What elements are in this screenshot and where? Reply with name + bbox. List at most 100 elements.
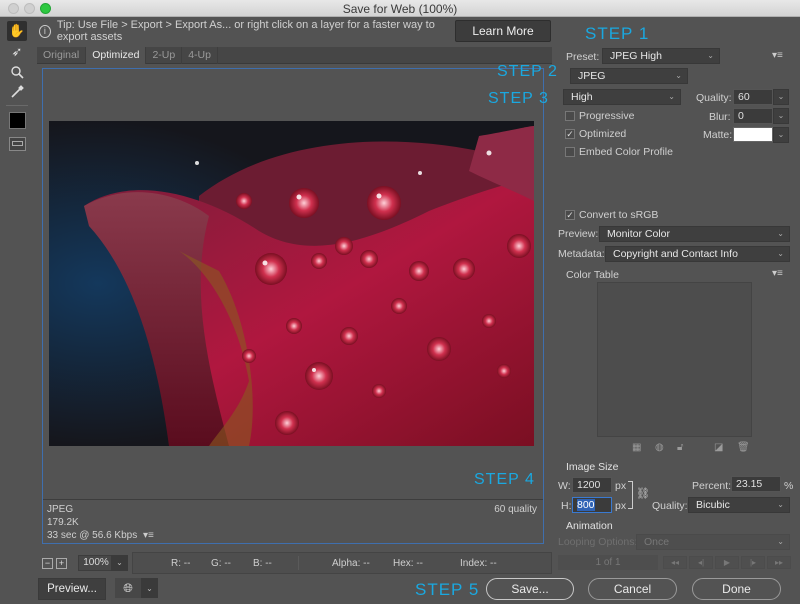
preview-mode-select[interactable]: Monitor Color ⌄ [599,226,790,242]
eyedropper-color-swatch[interactable] [9,112,26,129]
chevron-down-icon: ⌄ [777,229,784,238]
progressive-label: Progressive [579,110,635,122]
looping-options-select[interactable]: Once ⌄ [636,534,790,550]
resample-quality-label: Quality: [652,500,688,512]
percent-unit: % [784,480,794,492]
blur-label: Blur: [709,111,731,123]
height-unit: px [615,500,627,512]
preview-info-bar: JPEG 179.2K 33 sec @ 56.6 Kbps ▾≡ 60 qua… [43,499,543,543]
view-tabs: Original Optimized 2-Up 4-Up [37,47,552,64]
width-input[interactable]: 1200 [572,477,612,493]
color-table-label: Color Table [566,269,619,281]
add-color-icon[interactable]: ◪ [714,442,723,453]
optimized-checkbox[interactable]: ✓ [565,129,575,139]
step-3-label: STEP 3 [488,90,549,107]
previous-frame-button[interactable]: ◂| [689,556,713,569]
matte-color-swatch[interactable] [733,127,773,142]
preview-in-browser-button[interactable]: Preview... [38,578,106,600]
progressive-checkbox[interactable] [565,111,575,121]
hand-tool-icon[interactable]: ✋ [7,21,27,41]
metadata-label: Metadata: [558,248,605,260]
height-label: H: [561,500,572,512]
preview-mode-value: Monitor Color [607,228,671,240]
alpha-value: Alpha: -- [332,558,370,569]
image-size-label: Image Size [566,461,619,473]
zoom-out-button[interactable]: − [42,558,53,569]
color-table[interactable] [597,282,752,437]
lock-color-icon[interactable]: 🔓︎ [677,442,683,453]
eyedropper-tool-icon[interactable] [7,82,27,102]
toggle-slices-visibility-icon[interactable] [9,137,26,151]
percent-input[interactable]: 23.15 [731,476,781,492]
height-value-selected: 800 [577,499,595,511]
embed-color-profile-checkbox[interactable] [565,147,575,157]
preset-select[interactable]: JPEG High ⌄ [602,48,720,64]
zoom-tool-icon[interactable] [7,62,27,82]
save-button[interactable]: Save... [486,578,574,600]
tab-4-up[interactable]: 4-Up [182,47,218,64]
constrain-bracket [628,481,633,509]
quality-slider-chevron-down-icon[interactable]: ⌄ [773,89,789,105]
index-value: Index: -- [460,558,497,569]
metadata-select[interactable]: Copyright and Contact Info ⌄ [605,246,790,262]
preset-label: Preset: [566,51,600,63]
constrain-proportions-link-icon[interactable]: ⛓︎ [636,487,650,500]
resample-quality-value: Bicubic [696,499,730,511]
tab-original[interactable]: Original [37,47,87,64]
hex-value: Hex: -- [393,558,423,569]
tab-optimized[interactable]: Optimized [86,47,147,64]
height-input[interactable]: 800 [572,497,612,513]
first-frame-button[interactable]: ◂◂ [663,556,687,569]
output-format: JPEG [47,504,74,515]
download-speed-menu-icon[interactable]: ▾≡ [143,530,154,541]
preview-image[interactable] [49,121,534,446]
zoom-in-button[interactable]: + [56,558,67,569]
looping-options-value: Once [644,536,670,548]
tab-2-up[interactable]: 2-Up [146,47,183,64]
preset-value: JPEG High [610,50,662,62]
compression-quality-select[interactable]: High ⌄ [563,89,681,105]
play-button[interactable]: ▶ [715,556,739,569]
browser-globe-icon[interactable]: 🌐︎ [115,578,141,598]
matte-chevron-down-icon[interactable]: ⌄ [773,127,789,143]
done-button[interactable]: Done [692,578,781,600]
next-frame-button[interactable]: |▸ [741,556,765,569]
convert-srgb-checkbox[interactable]: ✓ [565,210,575,220]
width-unit: px [615,480,627,492]
last-frame-button[interactable]: ▸▸ [767,556,791,569]
cancel-button[interactable]: Cancel [588,578,677,600]
quality-label: Quality: [696,92,732,104]
color-table-menu-icon[interactable]: ▾≡ [772,268,783,279]
optimized-label: Optimized [579,128,627,140]
web-snap-icon[interactable]: ◍ [655,442,664,453]
trash-icon[interactable]: 🗑︎ [737,442,750,453]
learn-more-button[interactable]: Learn More [455,20,551,42]
matte-label: Matte: [703,129,733,141]
green-value: G: -- [211,558,231,569]
slice-select-tool-icon[interactable]: ➶ [7,42,27,62]
tip-text: Tip: Use File > Export > Export As... or… [56,19,435,43]
blur-slider-chevron-down-icon[interactable]: ⌄ [773,108,789,124]
blur-input[interactable]: 0 [733,108,773,124]
map-to-transparent-icon[interactable]: ▦ [632,442,641,453]
file-format-select[interactable]: JPEG ⌄ [570,68,688,84]
chevron-down-icon: ⌄ [707,51,714,60]
animation-label: Animation [566,520,613,532]
metadata-value: Copyright and Contact Info [613,248,738,260]
title-bar: Save for Web (100%) [0,0,800,17]
step-4-label: STEP 4 [474,471,535,488]
resample-quality-select[interactable]: Bicubic ⌄ [688,497,790,513]
pixel-info-divider [298,556,299,570]
quality-input[interactable]: 60 [733,89,773,105]
frame-counter: 1 of 1 [558,555,658,570]
pixel-info-bar: R: -- G: -- B: -- Alpha: -- Hex: -- Inde… [132,552,552,574]
tip-bar: i Tip: Use File > Export > Export As... … [37,19,455,43]
optimize-menu-icon[interactable]: ▾≡ [772,50,783,61]
zoom-level-chevron-down-icon[interactable]: ⌄ [111,555,128,571]
preview-mode-label: Preview: [558,228,599,240]
width-label: W: [558,480,571,492]
browser-select-chevron-down-icon[interactable]: ⌄ [141,578,158,598]
chevron-down-icon: ⌄ [777,500,784,509]
chevron-down-icon: ⌄ [668,92,675,101]
window-title: Save for Web (100%) [342,2,458,16]
